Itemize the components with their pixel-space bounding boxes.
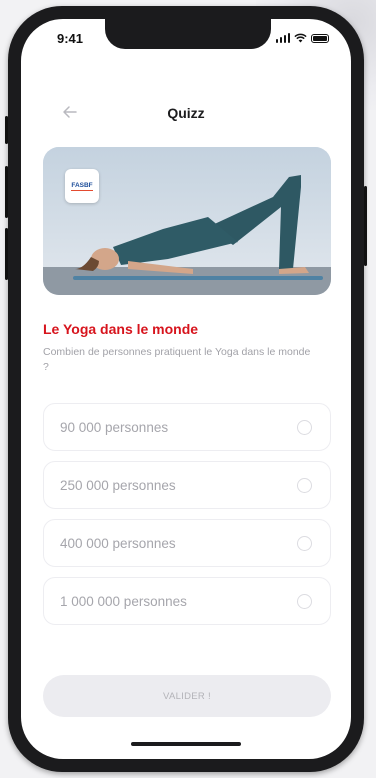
question-title: Le Yoga dans le monde <box>43 321 199 337</box>
phone-frame: 9:41 Quizz FASBF Le Yoga dans le monde C… <box>5 6 367 772</box>
radio-button[interactable] <box>297 593 312 609</box>
page-title: Quizz <box>167 105 205 121</box>
answer-option[interactable]: 90 000 personnes <box>43 403 331 451</box>
power-button <box>364 186 367 266</box>
answer-option[interactable]: 1 000 000 personnes <box>43 577 331 625</box>
radio-button[interactable] <box>297 535 312 551</box>
app-screen: 9:41 Quizz FASBF Le Yoga dans le monde C… <box>21 19 351 759</box>
question-text: Combien de personnes pratiquent le Yoga … <box>43 346 311 373</box>
hero-image: FASBF <box>43 147 331 295</box>
logo-text: FASBF <box>71 181 93 191</box>
status-icons <box>275 33 329 43</box>
status-time: 9:41 <box>57 31 84 46</box>
answer-option[interactable]: 250 000 personnes <box>43 461 331 509</box>
home-indicator <box>131 742 241 746</box>
answer-option-label: 1 000 000 personnes <box>60 593 187 609</box>
mute-switch <box>5 116 8 144</box>
radio-button[interactable] <box>297 419 312 435</box>
radio-button[interactable] <box>297 477 312 493</box>
signal-icon <box>275 33 290 43</box>
volume-up-button <box>5 166 8 218</box>
fasbf-logo: FASBF <box>65 169 99 203</box>
answer-option[interactable]: 400 000 personnes <box>43 519 331 567</box>
notch <box>105 19 271 49</box>
wifi-icon <box>294 33 307 43</box>
answer-option-label: 250 000 personnes <box>60 477 176 493</box>
answer-option-label: 400 000 personnes <box>60 535 176 551</box>
volume-down-button <box>5 228 8 280</box>
answer-option-label: 90 000 personnes <box>60 419 169 435</box>
validate-button[interactable]: VALIDER ! <box>43 675 331 717</box>
battery-icon <box>311 34 329 43</box>
answer-options: 90 000 personnes 250 000 personnes 400 0… <box>43 403 331 635</box>
